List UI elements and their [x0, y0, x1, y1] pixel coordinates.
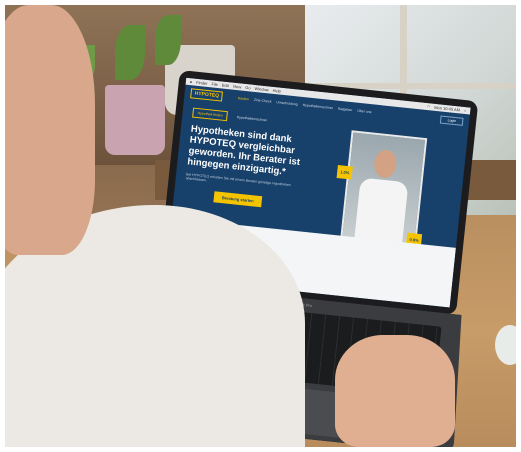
- wifi-icon[interactable]: ◠: [426, 103, 431, 110]
- nav-link[interactable]: Kaufen: [238, 96, 249, 101]
- nav-link[interactable]: Ratgeber: [338, 107, 353, 112]
- advisor-face: [372, 148, 398, 180]
- cta-button[interactable]: Beratung starten: [213, 191, 263, 208]
- person-hand: [335, 335, 455, 447]
- rate-badge: 1.0%: [336, 165, 353, 180]
- hero-headline: Hypotheken sind dank HYPOTEQ vergleichba…: [186, 123, 301, 178]
- menu-go[interactable]: Go: [245, 84, 251, 92]
- menu-file[interactable]: File: [211, 80, 218, 88]
- menu-finder[interactable]: Finder: [196, 79, 208, 87]
- tab-calculator[interactable]: Hypothekenrechner: [231, 112, 272, 126]
- nav-link[interactable]: Über uns: [357, 109, 372, 114]
- plant-leaf: [115, 25, 145, 80]
- person-head: [5, 5, 95, 255]
- menu-edit[interactable]: Edit: [222, 81, 230, 89]
- search-icon[interactable]: ○: [464, 107, 467, 114]
- tab-find-mortgage[interactable]: Hypothek finden: [192, 107, 229, 122]
- advisor-photo: [340, 130, 428, 248]
- hypoteq-logo[interactable]: HYPOTEQ: [190, 88, 224, 102]
- menu-window[interactable]: Window: [254, 85, 269, 93]
- menu-view[interactable]: View: [232, 83, 241, 91]
- photo: ● Finder File Edit View Go Window Help ◠…: [5, 5, 516, 447]
- apple-icon[interactable]: ●: [189, 78, 193, 85]
- advisor-shirt: [354, 177, 409, 247]
- nav-link[interactable]: Umschuldung: [276, 100, 298, 106]
- plant-pot: [105, 85, 165, 155]
- nav-link[interactable]: Hypothekenrechner: [302, 103, 333, 110]
- login-button[interactable]: Login: [440, 115, 464, 126]
- nav-link[interactable]: Zins-Check: [254, 98, 272, 104]
- plant-leaf: [155, 15, 181, 65]
- menu-help[interactable]: Help: [272, 87, 281, 95]
